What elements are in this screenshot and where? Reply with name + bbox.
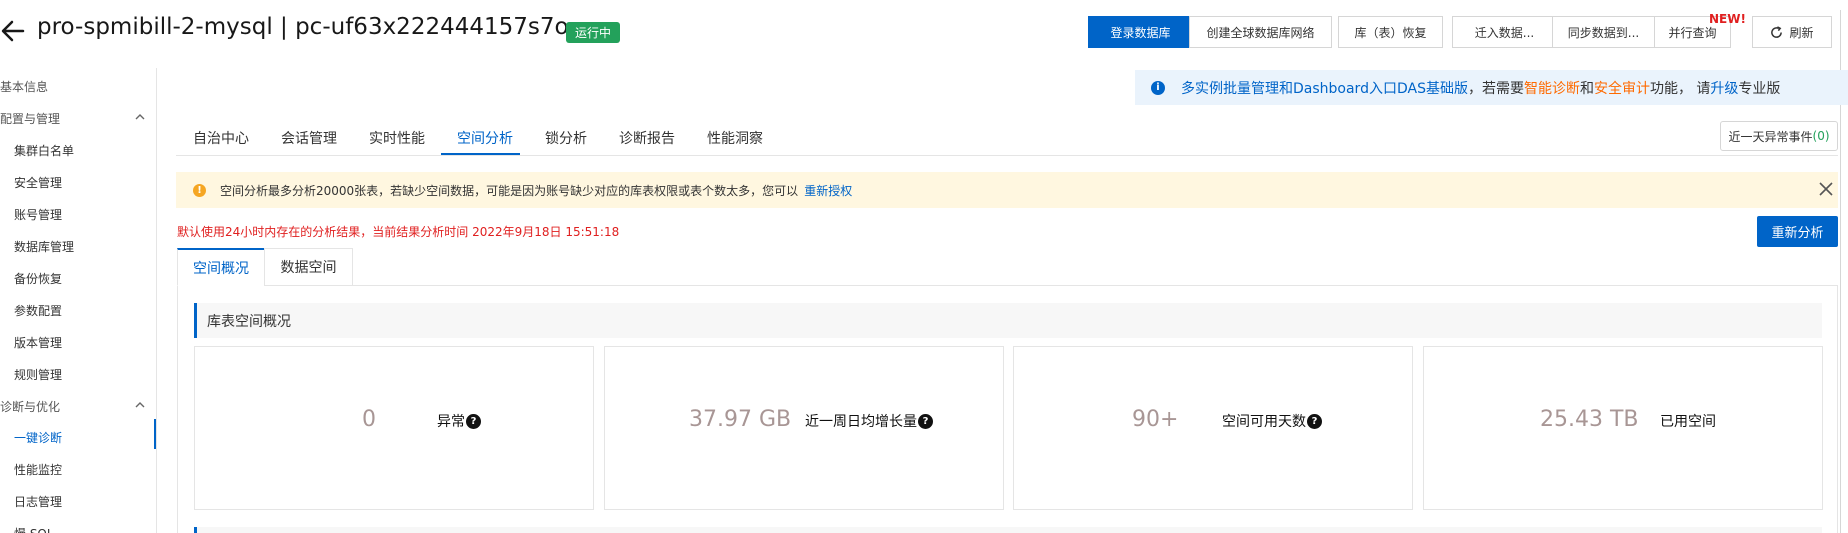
sidebar-item-basic-info[interactable]: 基本信息 [0, 78, 48, 95]
recent-events-count: 0 [1817, 129, 1825, 143]
stat-label: 已用空间 [1660, 414, 1716, 430]
page-title: pro-spmibill-2-mysql | pc-uf63x222444157… [37, 14, 569, 40]
promo-text-4: 专业版 [1738, 80, 1781, 97]
alert-text: 空间分析最多分析20000张表，若缺少空间数据，可能是因为账号缺少对应的库表权限… [220, 183, 799, 198]
next-section-head [194, 527, 1822, 533]
page-header: pro-spmibill-2-mysql | pc-uf63x222444157… [0, 0, 1848, 62]
warning-alert: ! 空间分析最多分析20000张表，若缺少空间数据，可能是因为账号缺少对应的库表… [176, 172, 1838, 208]
tab-session-mgmt[interactable]: 会话管理 [281, 128, 337, 148]
sidebar-item-version[interactable]: 版本管理 [14, 334, 62, 351]
stat-value: 37.97 GB [689, 407, 792, 432]
help-icon[interactable]: ? [918, 413, 933, 429]
subtab-data-space[interactable]: 数据空间 [264, 248, 353, 286]
promo-text-2: ，若需要 [1467, 80, 1524, 97]
chevron-up-icon[interactable] [134, 399, 146, 411]
back-arrow-icon[interactable] [0, 14, 26, 48]
refresh-icon [1771, 25, 1783, 38]
refresh-label: 刷新 [1789, 25, 1814, 40]
stat-card-weekly-growth: 37.97 GB 近一周日均增长量? [604, 346, 1004, 510]
create-global-network-button[interactable]: 创建全球数据库网络 [1189, 16, 1332, 48]
tab-space-analysis[interactable]: 空间分析 [457, 128, 513, 148]
recent-events-label: 近一天异常事件 [1728, 129, 1813, 144]
sidebar-item-backup[interactable]: 备份恢复 [14, 270, 62, 287]
sidebar: 基本信息 配置与管理 集群白名单 安全管理 账号管理 数据库管理 备份恢复 参数… [0, 68, 157, 533]
section-title: 库表空间概况 [194, 303, 1822, 338]
help-icon[interactable]: ? [466, 413, 481, 429]
recent-events-button[interactable]: 近一天异常事件 ( 0 ) [1720, 121, 1838, 151]
sidebar-item-params[interactable]: 参数配置 [14, 302, 62, 319]
sidebar-item-security[interactable]: 安全管理 [14, 174, 62, 191]
migrate-in-button[interactable]: 迁入数据... [1452, 16, 1557, 48]
stat-card-days-available: 90+ 空间可用天数? [1013, 346, 1413, 510]
stat-card-anomalies: 0 异常? [194, 346, 594, 510]
stat-card-used-space: 25.43 TB 已用空间 [1423, 346, 1823, 510]
stat-label: 空间可用天数? [1222, 411, 1322, 431]
tab-lock-analysis[interactable]: 锁分析 [545, 128, 587, 148]
sidebar-group-diag[interactable]: 诊断与优化 [0, 398, 60, 415]
tab-realtime-perf[interactable]: 实时性能 [369, 128, 425, 148]
sub-tabs: 空间概况 数据空间 [177, 248, 1838, 286]
subtab-space-overview[interactable]: 空间概况 [177, 248, 265, 286]
promo-and: 和 [1579, 80, 1594, 97]
help-icon[interactable]: ? [1307, 413, 1322, 429]
reauthorize-link[interactable]: 重新授权 [804, 182, 852, 199]
sidebar-item-rules[interactable]: 规则管理 [14, 366, 62, 383]
promo-text-3: 功能， 请 [1649, 80, 1711, 97]
main-tabs: 自治中心 会话管理 实时性能 空间分析 锁分析 诊断报告 性能洞察 [176, 120, 1838, 156]
info-icon: i [1151, 80, 1165, 95]
sidebar-group-config[interactable]: 配置与管理 [0, 110, 60, 127]
sidebar-item-one-click-diag[interactable]: 一键诊断 [14, 429, 62, 446]
sidebar-item-logs[interactable]: 日志管理 [14, 493, 62, 510]
smart-diag-link[interactable]: 智能诊断 [1524, 78, 1580, 98]
warning-icon: ! [193, 183, 206, 197]
sync-to-button[interactable]: 同步数据到... [1552, 16, 1655, 48]
table-restore-button[interactable]: 库（表）恢复 [1338, 16, 1443, 48]
close-icon[interactable] [1815, 178, 1837, 200]
sidebar-item-perf-monitor[interactable]: 性能监控 [14, 461, 62, 478]
promo-banner: i 多实例批量管理和Dashboard入口DAS基础版 ，若需要 智能诊断 和 … [1135, 70, 1848, 105]
active-tab-indicator [441, 153, 520, 155]
stat-label: 近一周日均增长量? [805, 411, 933, 431]
tab-diag-report[interactable]: 诊断报告 [619, 128, 675, 148]
sidebar-item-whitelist[interactable]: 集群白名单 [14, 142, 74, 159]
chevron-up-icon[interactable] [134, 111, 146, 123]
promo-text-basic: 多实例批量管理和Dashboard入口DAS基础版 [1181, 80, 1468, 97]
security-audit-link[interactable]: 安全审计 [1594, 78, 1650, 98]
stat-label: 异常? [437, 411, 481, 431]
login-db-button[interactable]: 登录数据库 [1088, 16, 1193, 48]
status-badge: 运行中 [566, 22, 621, 43]
sidebar-item-accounts[interactable]: 账号管理 [14, 206, 62, 223]
reanalyze-button[interactable]: 重新分析 [1757, 216, 1838, 247]
tab-autonomy-center[interactable]: 自治中心 [193, 128, 249, 148]
new-tag: NEW! [1709, 12, 1746, 26]
sidebar-item-databases[interactable]: 数据库管理 [14, 238, 74, 255]
refresh-button[interactable]: 刷新 [1752, 16, 1832, 48]
stat-value: 25.43 TB [1540, 407, 1639, 432]
stat-value: 90+ [1132, 407, 1179, 432]
upgrade-link[interactable]: 升级 [1710, 78, 1738, 98]
tab-perf-insight[interactable]: 性能洞察 [707, 128, 763, 148]
analysis-time-note: 默认使用24小时内存在的分析结果，当前结果分析时间 2022年9月18日 15:… [177, 225, 620, 239]
stat-value: 0 [362, 407, 376, 432]
sidebar-item-slow-sql[interactable]: 慢 SQL [14, 525, 54, 533]
sidebar-active-indicator [154, 419, 156, 449]
